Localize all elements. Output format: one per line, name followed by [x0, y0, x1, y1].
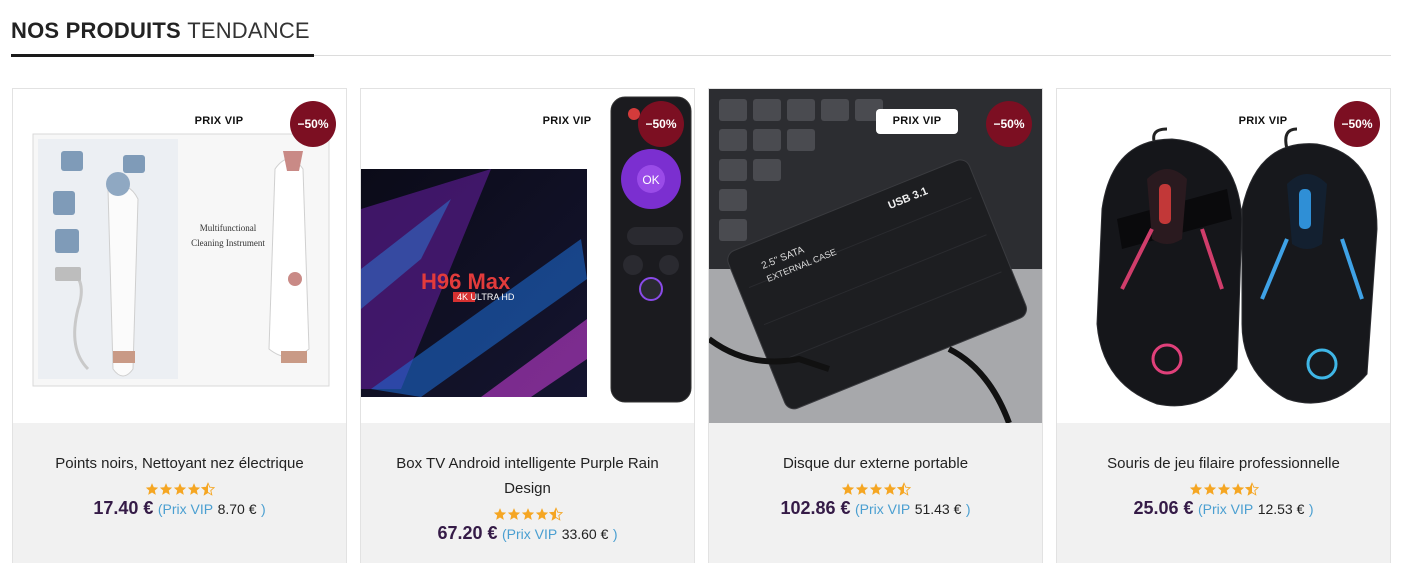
half-star-icon [548, 507, 563, 521]
svg-text:OK: OK [642, 173, 659, 187]
product-image[interactable]: 2.5" SATA EXTERNAL CASE USB 3.1 PRIX VIP… [709, 89, 1042, 423]
section-title-bold: NOS PRODUITS [11, 18, 181, 43]
half-star-icon [200, 482, 215, 496]
half-star-icon [896, 482, 911, 496]
svg-text:H96 Max: H96 Max [421, 269, 511, 294]
star-icon [1189, 483, 1202, 495]
product-info: Disque dur externe portable 102.86 € (Pr… [709, 423, 1042, 563]
vip-tag: PRIX VIP [876, 109, 958, 134]
rating-stars [145, 482, 215, 496]
product-name[interactable]: Souris de jeu filaire professionnelle [1079, 451, 1368, 476]
product-card[interactable]: Multifunctional Cleaning Instrument PRIX… [12, 88, 347, 563]
price: 25.06 € [1133, 498, 1194, 518]
star-icon [173, 483, 186, 495]
star-icon [493, 508, 506, 520]
vip-price-close: ) [965, 501, 971, 517]
discount-badge: −50% [638, 101, 684, 147]
product-image[interactable]: H96 Max 4K ULTRA HD OK PRIX VIP −50% [361, 89, 694, 423]
vip-price-label: Prix VIP [506, 526, 558, 542]
price: 17.40 € [93, 498, 154, 518]
product-grid: Multifunctional Cleaning Instrument PRIX… [12, 88, 1391, 563]
discount-badge: −50% [290, 101, 336, 147]
vip-price-label: Prix VIP [162, 501, 214, 517]
product-info: Souris de jeu filaire professionnelle 25… [1057, 423, 1390, 563]
star-icon [883, 483, 896, 495]
product-info: Box TV Android intelligente Purple Rain … [361, 423, 694, 563]
product-card[interactable]: H96 Max 4K ULTRA HD OK PRIX VIP −50% Box… [360, 88, 695, 563]
price-line: 67.20 € (Prix VIP 33.60 € ) [361, 523, 694, 544]
star-icon [1203, 483, 1216, 495]
rating-stars [841, 482, 911, 496]
vip-tag: PRIX VIP [542, 115, 592, 127]
price-line: 102.86 € (Prix VIP 51.43 € ) [709, 498, 1042, 519]
rating [709, 482, 1042, 496]
vip-price-close: ) [612, 526, 618, 542]
price-line: 25.06 € (Prix VIP 12.53 € ) [1057, 498, 1390, 519]
vip-price-close: ) [260, 501, 266, 517]
product-name[interactable]: Points noirs, Nettoyant nez électrique [35, 451, 324, 476]
discount-badge: −50% [986, 101, 1032, 147]
rating [13, 482, 346, 496]
vip-price: 51.43 € [914, 501, 962, 517]
title-underline [11, 54, 314, 57]
section-header: NOS PRODUITS TENDANCE [11, 0, 1391, 57]
price: 102.86 € [780, 498, 851, 518]
star-icon [841, 483, 854, 495]
section-title: NOS PRODUITS TENDANCE [11, 18, 310, 44]
rating [1057, 482, 1390, 496]
price-line: 17.40 € (Prix VIP 8.70 € ) [13, 498, 346, 519]
product-image[interactable]: PRIX VIP −50% [1057, 89, 1390, 423]
section-title-light: TENDANCE [187, 18, 310, 43]
product-name[interactable]: Disque dur externe portable [731, 451, 1020, 476]
star-icon [187, 483, 200, 495]
svg-text:4K ULTRA HD: 4K ULTRA HD [457, 292, 515, 302]
vip-price-label: Prix VIP [1202, 501, 1254, 517]
star-icon [1231, 483, 1244, 495]
price: 67.20 € [437, 523, 498, 543]
star-icon [869, 483, 882, 495]
vip-price: 8.70 € [217, 501, 257, 517]
vip-price-close: ) [1308, 501, 1314, 517]
vip-tag: PRIX VIP [1238, 115, 1288, 127]
svg-text:Multifunctional: Multifunctional [200, 223, 257, 233]
product-info: Points noirs, Nettoyant nez électrique 1… [13, 423, 346, 563]
star-icon [507, 508, 520, 520]
star-icon [1217, 483, 1230, 495]
half-star-icon [1244, 482, 1259, 496]
vip-price: 12.53 € [1257, 501, 1305, 517]
vip-tag: PRIX VIP [194, 115, 244, 127]
rating-stars [1189, 482, 1259, 496]
star-icon [159, 483, 172, 495]
product-image[interactable]: Multifunctional Cleaning Instrument PRIX… [13, 89, 346, 423]
rating-stars [493, 507, 563, 521]
rating [361, 507, 694, 521]
discount-badge: −50% [1334, 101, 1380, 147]
star-icon [535, 508, 548, 520]
product-name[interactable]: Box TV Android intelligente Purple Rain … [383, 451, 672, 501]
product-card[interactable]: 2.5" SATA EXTERNAL CASE USB 3.1 PRIX VIP… [708, 88, 1043, 563]
vip-price: 33.60 € [561, 526, 609, 542]
star-icon [855, 483, 868, 495]
vip-price-label: Prix VIP [859, 501, 911, 517]
star-icon [521, 508, 534, 520]
product-card[interactable]: PRIX VIP −50% Souris de jeu filaire prof… [1056, 88, 1391, 563]
svg-text:Cleaning Instrument: Cleaning Instrument [191, 238, 265, 248]
star-icon [145, 483, 158, 495]
